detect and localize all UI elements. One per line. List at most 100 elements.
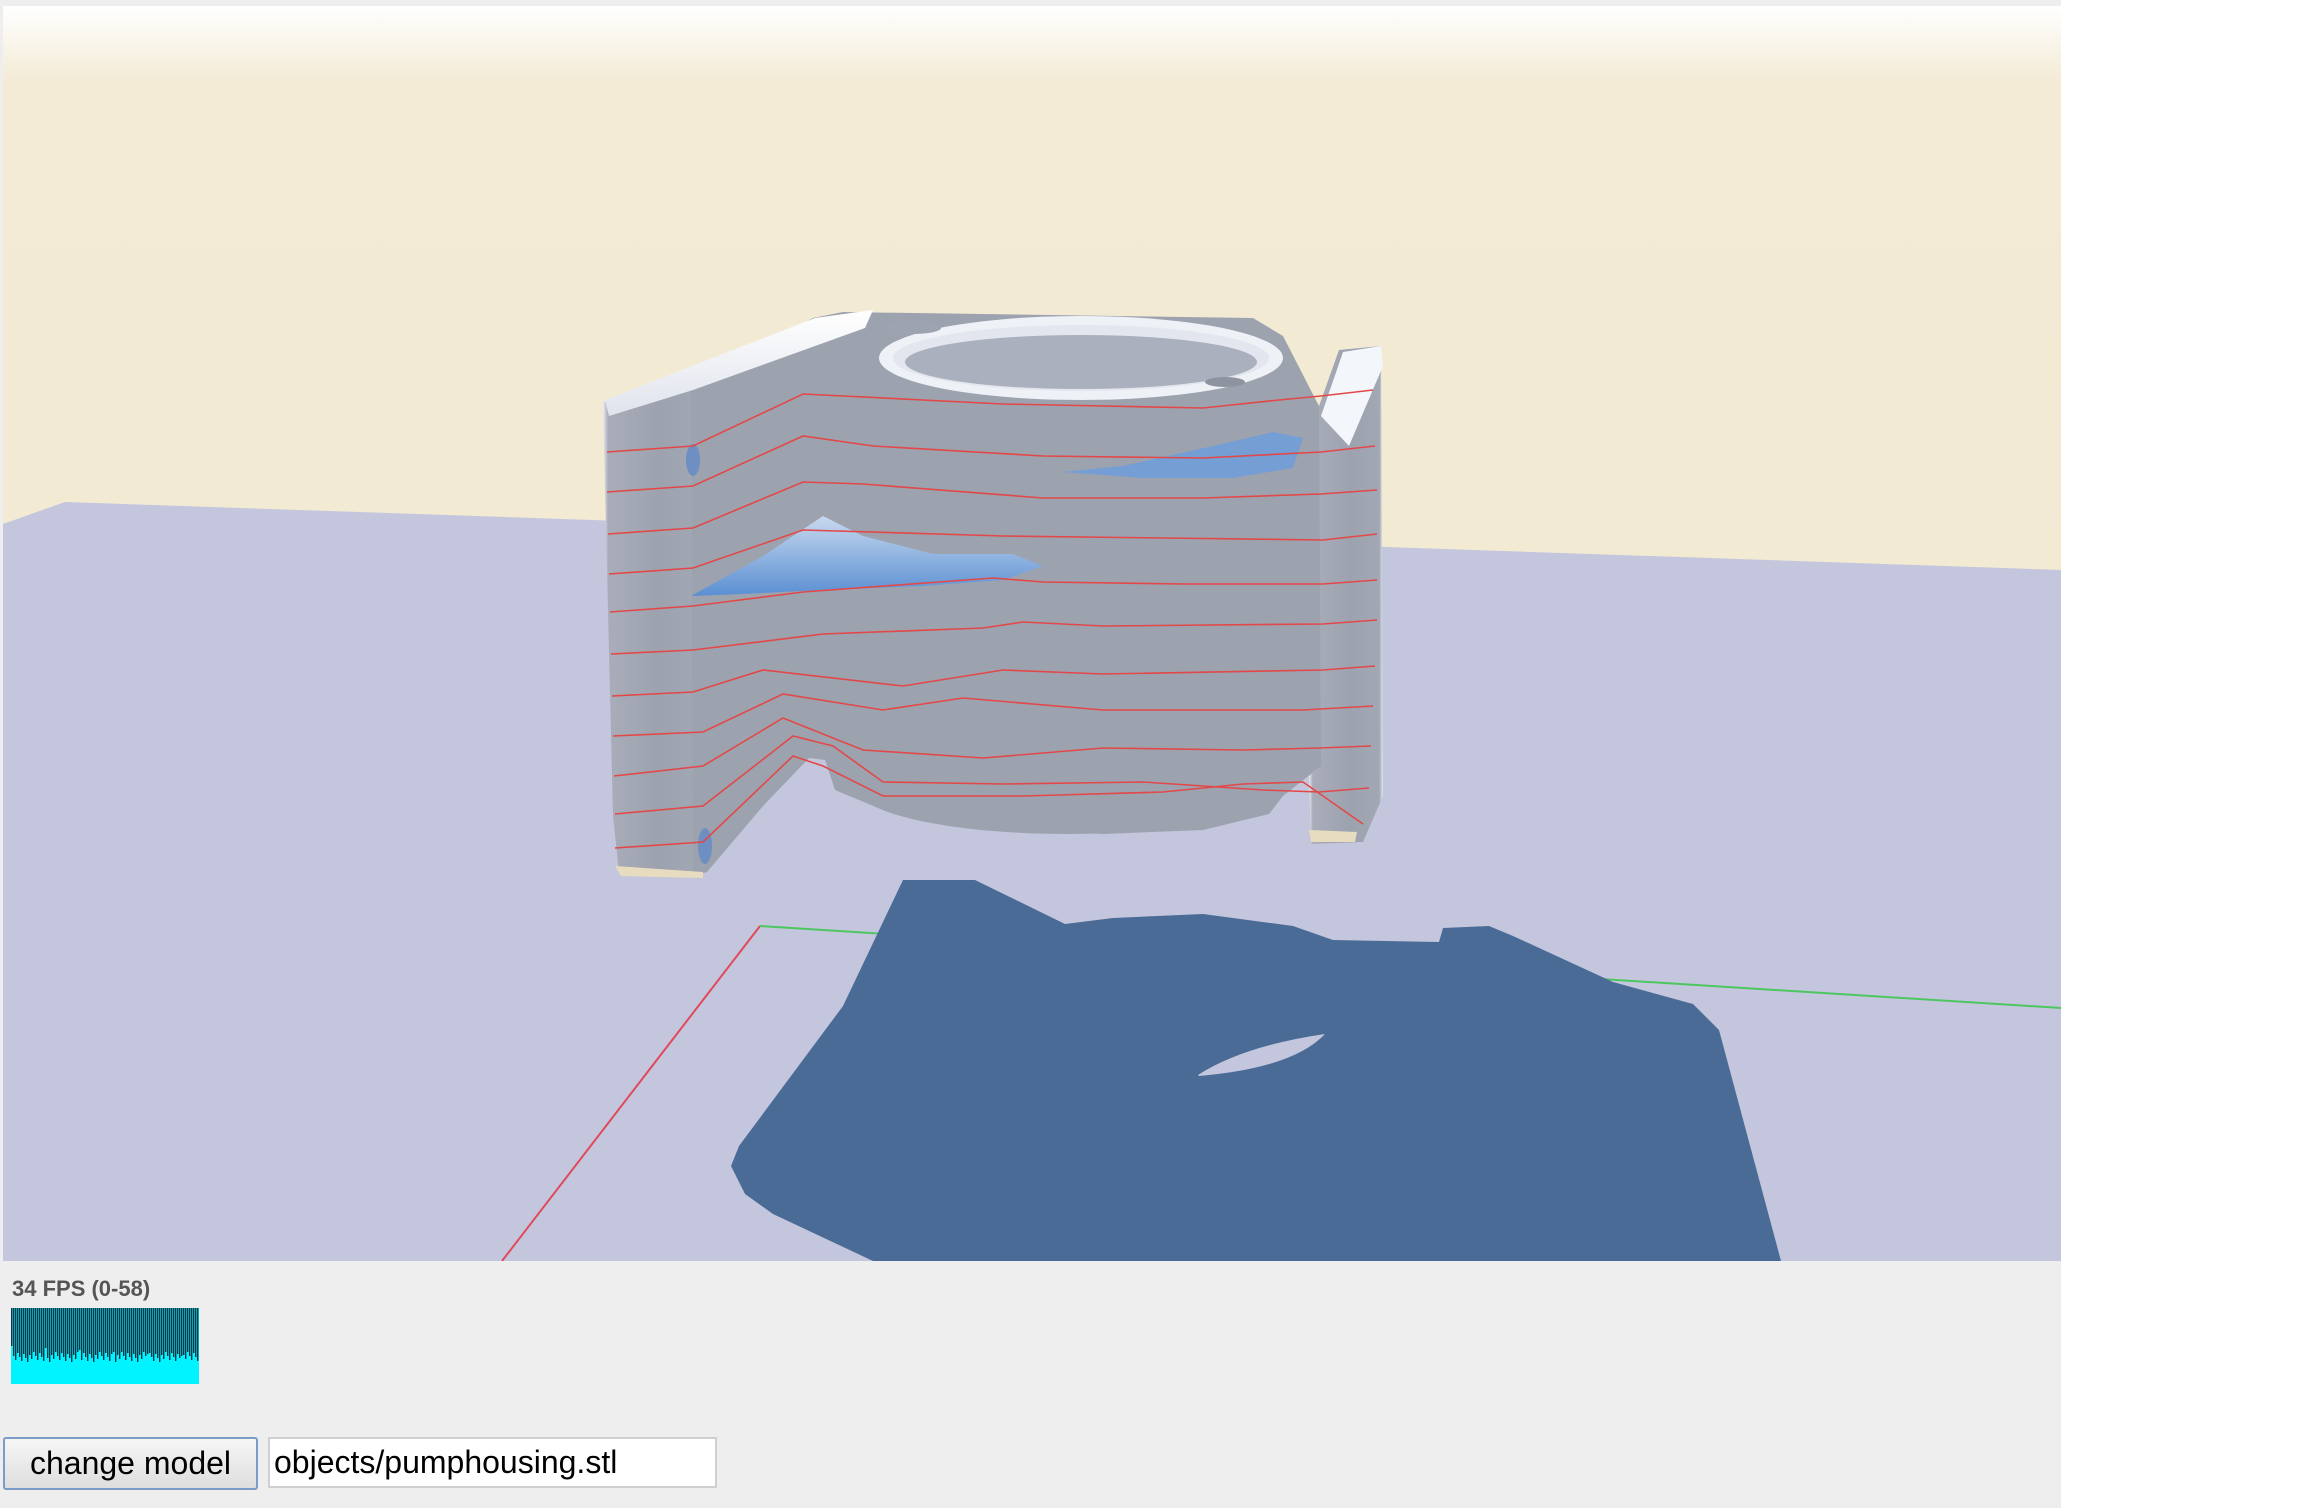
fps-graph-bar	[11, 1308, 13, 1346]
fps-graph-bar	[75, 1308, 77, 1359]
fps-graph-bar	[97, 1308, 99, 1359]
fps-graph-bar	[21, 1308, 23, 1361]
fps-graph-bar	[125, 1308, 127, 1360]
3d-viewport[interactable]	[3, 6, 2061, 1261]
fps-graph-bar	[161, 1308, 163, 1355]
fps-graph-bar	[131, 1308, 133, 1361]
fps-graph-bar	[43, 1308, 45, 1361]
fps-graph-bar	[121, 1308, 123, 1352]
fps-graph-bar	[67, 1308, 69, 1354]
fps-graph-bar	[63, 1308, 65, 1357]
fps-graph-bar	[23, 1308, 25, 1354]
fps-graph-bar	[53, 1308, 55, 1359]
fps-graph-bar	[167, 1308, 169, 1356]
fps-graph-bar	[41, 1308, 43, 1357]
fps-graph-bar	[79, 1308, 81, 1350]
scene-canvas[interactable]	[3, 6, 2061, 1261]
fps-graph-bar	[31, 1308, 33, 1359]
fps-graph-bar	[89, 1308, 91, 1354]
fps-counter: 34 FPS (0-58)	[12, 1276, 151, 1301]
fps-graph-bar	[179, 1308, 181, 1358]
fps-graph-bar	[71, 1308, 73, 1362]
fps-graph-bar	[85, 1308, 87, 1357]
fps-graph-bar	[183, 1308, 185, 1355]
fps-graph-bar	[77, 1308, 79, 1352]
fps-graph-bar	[17, 1308, 19, 1353]
fps-graph-bar	[139, 1308, 141, 1355]
fps-graph-bar	[185, 1308, 187, 1359]
fps-graph-bar	[99, 1308, 101, 1352]
fps-graph-bar	[175, 1308, 177, 1361]
stl-viewer-app: 34 FPS (0-58) change model	[0, 0, 2061, 1508]
fps-graph-bar	[103, 1308, 105, 1360]
fps-graph-bar	[13, 1308, 15, 1356]
fps-graph-bar	[61, 1308, 63, 1353]
fps-graph-bar	[159, 1308, 161, 1362]
fps-graph-bar	[187, 1308, 189, 1352]
fps-graph-bar	[127, 1308, 129, 1353]
fps-graph-bar	[83, 1308, 85, 1353]
fps-graph-bar	[49, 1308, 51, 1362]
change-model-button[interactable]: change model	[3, 1437, 258, 1490]
fps-graph-bar	[169, 1308, 171, 1360]
fps-graph-bar	[59, 1308, 61, 1360]
fps-graph-bar	[111, 1308, 113, 1354]
fps-graph-bar	[109, 1308, 111, 1361]
fps-graph-bar	[157, 1308, 159, 1358]
fps-graph-bar	[105, 1308, 107, 1353]
fps-graph-bar	[73, 1308, 75, 1355]
fps-graph-bar	[145, 1308, 147, 1356]
fps-graph-bar	[147, 1308, 149, 1354]
fps-graph-bar	[107, 1308, 109, 1357]
fps-graph-bar	[141, 1308, 143, 1359]
fps-stats-panel[interactable]: 34 FPS (0-58)	[10, 1272, 200, 1387]
fps-graph-bar	[143, 1308, 145, 1352]
fps-graph-bar	[57, 1308, 59, 1356]
fps-graph-bar	[189, 1308, 191, 1356]
fps-graph-bar	[195, 1308, 197, 1357]
fps-graph-bar	[149, 1308, 151, 1353]
fps-graph	[11, 1308, 199, 1384]
fps-graph-bar	[137, 1308, 139, 1362]
fps-graph-bar	[119, 1308, 121, 1359]
fps-graph-bar	[19, 1308, 21, 1357]
fps-graph-bar	[135, 1308, 137, 1358]
fps-graph-bar	[165, 1308, 167, 1352]
fps-graph-bar	[117, 1308, 119, 1355]
fps-graph-bar	[29, 1308, 31, 1355]
fps-graph-bar	[95, 1308, 97, 1355]
fps-graph-bar	[45, 1308, 47, 1348]
fps-graph-bar	[91, 1308, 93, 1358]
fps-graph-bar	[15, 1308, 17, 1360]
fps-graph-bar	[193, 1308, 195, 1353]
fps-graph-bar	[173, 1308, 175, 1357]
fps-graph-bar	[153, 1308, 155, 1361]
fps-graph-bar	[197, 1308, 199, 1361]
fps-graph-bar	[129, 1308, 131, 1357]
fps-graph-bar	[171, 1308, 173, 1353]
fps-graph-bar	[47, 1308, 49, 1358]
fps-graph-bar	[65, 1308, 67, 1361]
fps-graph-bar	[51, 1308, 53, 1355]
model-path-input[interactable]	[268, 1437, 717, 1488]
fps-graph-bar	[25, 1308, 27, 1358]
fps-graph-bar	[69, 1308, 71, 1358]
fps-graph-bar	[151, 1308, 153, 1357]
fps-graph-bar	[113, 1308, 115, 1352]
fps-graph-bar	[123, 1308, 125, 1356]
fps-graph-bar	[115, 1308, 117, 1362]
fps-graph-bar	[81, 1308, 83, 1360]
fps-graph-bar	[93, 1308, 95, 1362]
fps-graph-bar	[101, 1308, 103, 1356]
fps-graph-bar	[39, 1308, 41, 1353]
fps-graph-bar	[35, 1308, 37, 1356]
fps-graph-bar	[55, 1308, 57, 1352]
fps-graph-bar	[33, 1308, 35, 1352]
fps-graph-bar	[191, 1308, 193, 1360]
fps-graph-bar	[163, 1308, 165, 1359]
fps-graph-bar	[37, 1308, 39, 1360]
fps-graph-bar	[27, 1308, 29, 1362]
fps-graph-bar	[181, 1308, 183, 1356]
fps-graph-bar	[87, 1308, 89, 1361]
fps-graph-bar	[155, 1308, 157, 1354]
